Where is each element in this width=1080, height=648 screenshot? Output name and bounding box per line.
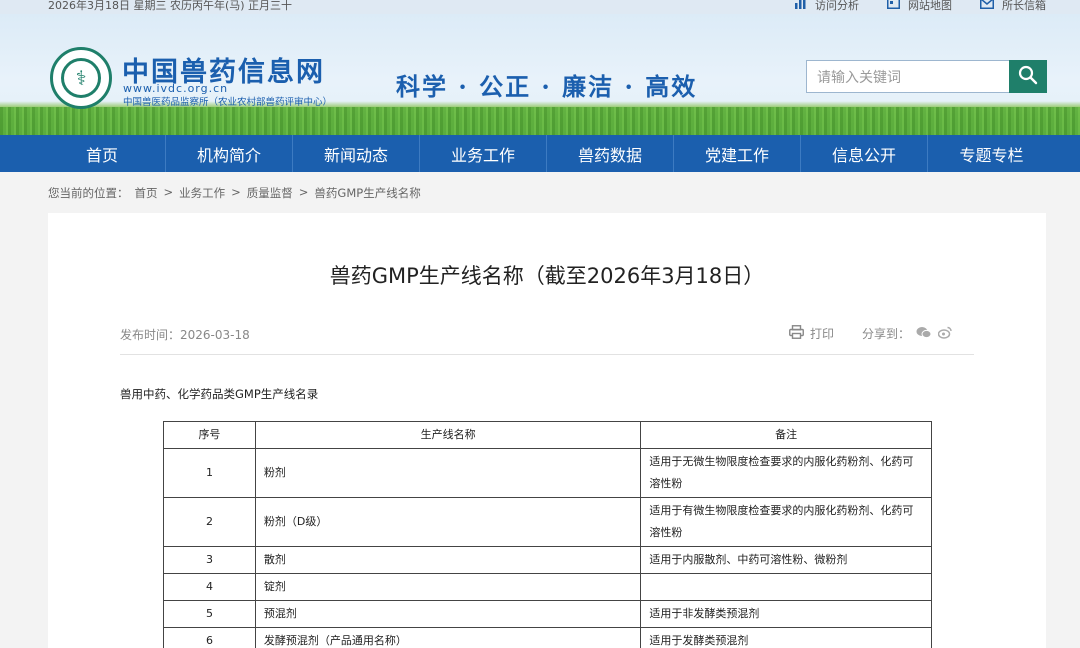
main-nav: 首页 机构简介 新闻动态 业务工作 兽药数据 党建工作 信息公开 专题专栏: [0, 135, 1080, 172]
nav-item-disclosure[interactable]: 信息公开: [801, 135, 928, 172]
site-slogan: 科学 · 公正 · 廉洁 · 高效: [396, 72, 698, 101]
row-note: 适用于有微生物限度检查要求的内服化药粉剂、化药可溶性粉: [640, 497, 932, 547]
breadcrumb-item-current[interactable]: 兽药GMP生产线名称: [314, 185, 420, 201]
column-header-note: 备注: [640, 421, 932, 449]
table-row: 6 发酵预混剂（产品通用名称） 适用于发酵类预混剂: [163, 627, 932, 648]
table-row: 3 散剂 适用于内服散剂、中药可溶性粉、微粉剂: [163, 546, 932, 574]
top-link-sitemap[interactable]: 网站地图: [887, 0, 952, 13]
nav-item-topics[interactable]: 专题专栏: [928, 135, 1055, 172]
row-note: 适用于内服散剂、中药可溶性粉、微粉剂: [640, 546, 932, 574]
mail-icon: [980, 0, 994, 12]
gmp-line-table: 序号 生产线名称 备注 1 粉剂 适用于无微生物限度检查要求的内服化药粉剂、化药…: [163, 421, 932, 648]
breadcrumb: 您当前的位置： 首页 > 业务工作 > 质量监督 > 兽药GMP生产线名称: [48, 185, 421, 201]
search-icon: [1018, 65, 1038, 89]
top-link-mailbox-label: 所长信箱: [1002, 0, 1046, 12]
table-row: 2 粉剂（D级） 适用于有微生物限度检查要求的内服化药粉剂、化药可溶性粉: [163, 497, 932, 547]
article-card: 兽药GMP生产线名称（截至2026年3月18日） 发布时间：2026-03-18…: [48, 213, 1046, 648]
column-header-no: 序号: [163, 421, 256, 449]
breadcrumb-item-business[interactable]: 业务工作: [179, 185, 225, 201]
top-link-mailbox[interactable]: 所长信箱: [980, 0, 1046, 13]
article-title: 兽药GMP生产线名称（截至2026年3月18日）: [329, 264, 765, 288]
row-no: 2: [163, 497, 256, 547]
row-no: 3: [163, 546, 256, 574]
row-name: 粉剂: [254, 448, 642, 498]
share-label: 分享到：: [861, 327, 910, 341]
printer-icon: [789, 325, 804, 342]
nav-item-news[interactable]: 新闻动态: [293, 135, 420, 172]
row-note: 适用于非发酵类预混剂: [640, 600, 932, 628]
weibo-icon[interactable]: [937, 326, 952, 342]
site-header: ⚕ 中国兽药信息网 www.ivdc.org.cn 中国兽医药品监察所（农业农村…: [0, 14, 1080, 135]
top-bar: 2026年3月18日 星期三 农历丙午年(马) 正月三十 访问分析 网站地图 所…: [0, 0, 1080, 14]
row-name: 锭剂: [254, 573, 642, 601]
article-tools: 打印 分享到：: [789, 325, 952, 342]
emblem-logo[interactable]: ⚕: [50, 47, 112, 109]
row-no: 1: [163, 448, 256, 498]
top-link-analytics[interactable]: 访问分析: [794, 0, 859, 13]
site-org-name: 中国兽医药品监察所（农业农村部兽药评审中心）: [123, 97, 333, 108]
row-no: 4: [163, 573, 256, 601]
breadcrumb-separator: >: [163, 185, 174, 199]
breadcrumb-prefix: 您当前的位置：: [48, 186, 129, 200]
column-header-name: 生产线名称: [254, 421, 642, 449]
breadcrumb-item-quality[interactable]: 质量监督: [247, 185, 293, 201]
table-row: 1 粉剂 适用于无微生物限度检查要求的内服化药粉剂、化药可溶性粉: [163, 448, 932, 498]
row-no: 6: [163, 627, 256, 648]
nav-item-data[interactable]: 兽药数据: [547, 135, 674, 172]
row-note: [640, 573, 932, 601]
table-header-row: 序号 生产线名称 备注: [163, 421, 932, 449]
wechat-icon[interactable]: [916, 326, 932, 342]
nav-item-home[interactable]: 首页: [39, 135, 166, 172]
breadcrumb-item-home[interactable]: 首页: [135, 185, 158, 201]
current-date: 2026年3月18日 星期三 农历丙午年(马) 正月三十: [48, 0, 293, 12]
nav-item-party[interactable]: 党建工作: [674, 135, 801, 172]
row-note: 适用于无微生物限度检查要求的内服化药粉剂、化药可溶性粉: [640, 448, 932, 498]
row-name: 预混剂: [254, 600, 642, 628]
sitemap-icon: [887, 0, 900, 12]
publish-info: 发布时间：2026-03-18: [120, 326, 250, 343]
emblem-logo-inner: ⚕: [61, 58, 101, 98]
search-input[interactable]: [806, 60, 1009, 93]
share-group: 分享到：: [862, 325, 952, 342]
row-name: 发酵预混剂（产品通用名称）: [254, 627, 642, 648]
article-intro: 兽用中药、化学药品类GMP生产线名录: [120, 387, 319, 401]
row-name: 散剂: [254, 546, 642, 574]
top-links: 访问分析 网站地图 所长信箱: [794, 0, 1046, 13]
row-note: 适用于发酵类预混剂: [640, 627, 932, 648]
search-button[interactable]: [1009, 60, 1047, 93]
row-name: 粉剂（D级）: [254, 497, 642, 547]
top-link-sitemap-label: 网站地图: [908, 0, 952, 12]
breadcrumb-separator: >: [298, 185, 309, 199]
print-label: 打印: [809, 327, 834, 341]
table-row: 5 预混剂 适用于非发酵类预混剂: [163, 600, 932, 628]
nav-item-about[interactable]: 机构简介: [166, 135, 293, 172]
publish-label: 发布时间：: [120, 328, 181, 342]
breadcrumb-separator: >: [231, 185, 241, 199]
publish-date: 2026-03-18: [180, 328, 250, 342]
nav-item-business[interactable]: 业务工作: [420, 135, 547, 172]
header-grass-decoration: [0, 107, 1080, 135]
search-box: [806, 60, 1047, 93]
title-divider: [120, 354, 974, 355]
print-button[interactable]: 打印: [789, 325, 834, 342]
row-no: 5: [163, 600, 256, 628]
top-link-analytics-label: 访问分析: [815, 0, 859, 12]
table-row: 4 锭剂: [163, 573, 932, 601]
analytics-icon: [794, 0, 807, 12]
